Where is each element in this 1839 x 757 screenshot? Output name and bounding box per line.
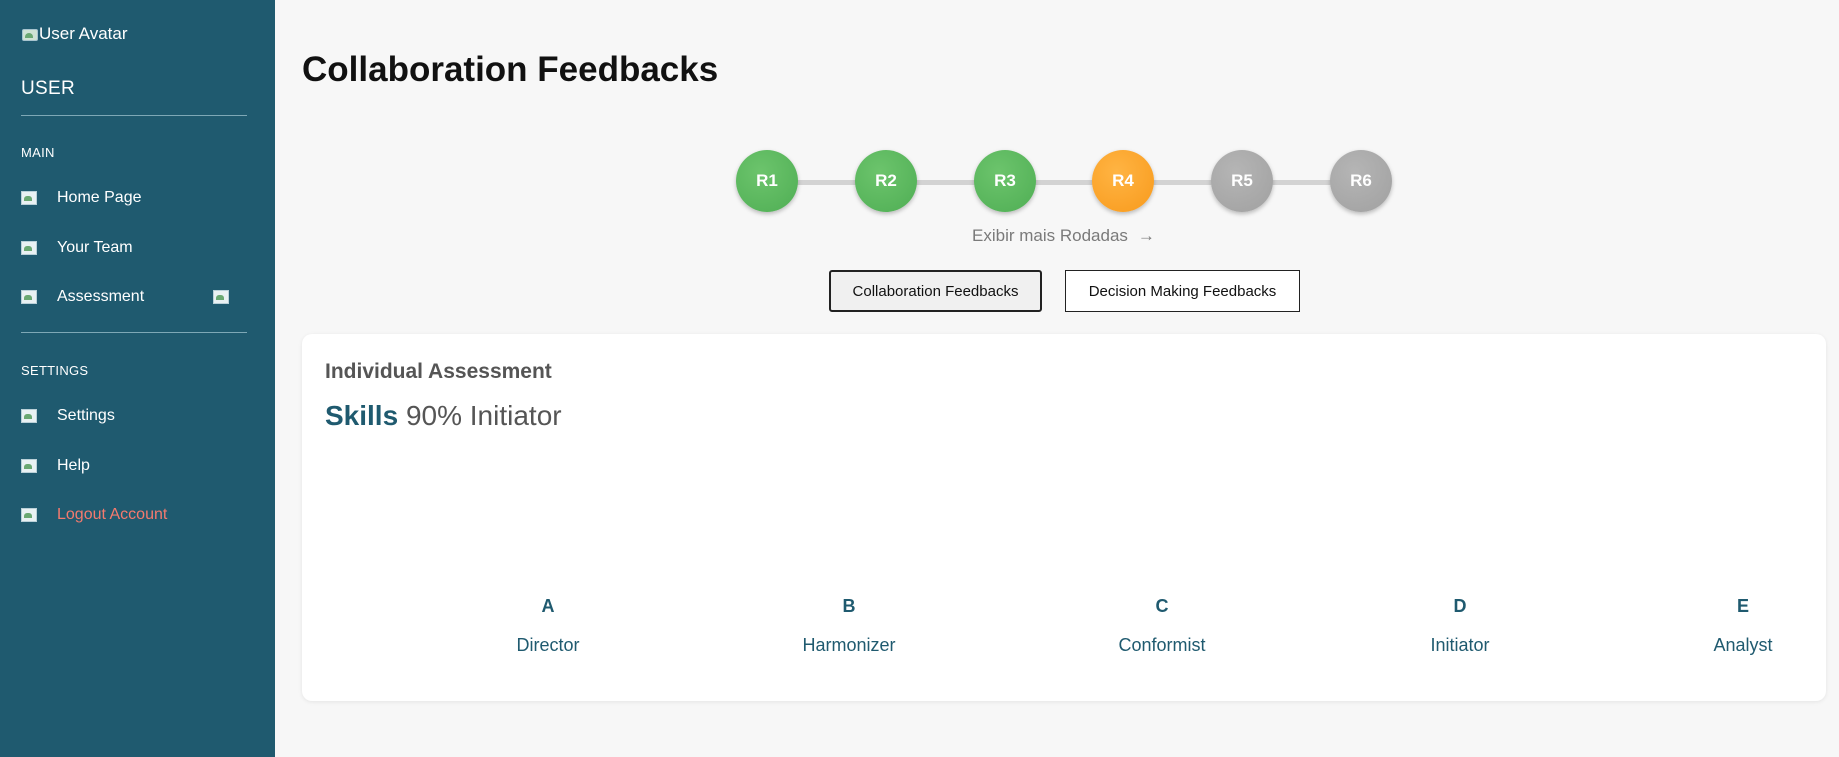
sidebar-item-help[interactable]: Help [21, 452, 247, 480]
logout-label: Logout Account [57, 506, 168, 523]
sidebar-item-label: Your Team [57, 239, 133, 256]
sidebar-item-assessment[interactable]: Assessment [21, 283, 247, 311]
logout-icon [21, 507, 39, 523]
profile-name: Initiator [1430, 635, 1490, 655]
home-icon [21, 190, 39, 206]
arrow-right-icon: → [1137, 226, 1155, 245]
avatar-alt-text: User Avatar [39, 24, 128, 43]
round-step-r5[interactable]: R5 [1211, 150, 1273, 212]
profile-letter: B [842, 596, 856, 616]
sidebar-item-label: Home Page [57, 189, 142, 206]
assessment-icon [21, 289, 39, 305]
profile-name: Director [516, 635, 580, 655]
profile-item: A Director [468, 596, 628, 656]
individual-assessment-card: Individual Assessment Skills 90% Initiat… [302, 334, 1826, 701]
help-icon [21, 458, 39, 474]
sidebar-item-label: Settings [57, 407, 115, 424]
sidebar-item-team[interactable]: Your Team [21, 234, 247, 262]
user-avatar[interactable]: User Avatar [21, 24, 128, 44]
show-more-rounds-link[interactable]: Exibir mais Rodadas → [972, 226, 1155, 246]
sidebar-item-label: Help [57, 457, 90, 474]
profile-item: E Analyst [1663, 596, 1823, 656]
team-icon [21, 240, 39, 256]
rounds-stepper: R1 R2 R3 R4 R5 R6 [736, 150, 1392, 214]
profile-name: Harmonizer [802, 635, 896, 655]
profile-name: Conformist [1118, 635, 1206, 655]
profile-letter: A [541, 596, 555, 616]
page-title: Collaboration Feedbacks [302, 50, 719, 89]
sidebar-item-label: Assessment [57, 288, 145, 305]
sidebar-item-home[interactable]: Home Page [21, 184, 247, 212]
avatar-image-icon [21, 27, 39, 41]
user-name: USER [21, 78, 75, 99]
sidebar-divider [21, 332, 247, 333]
settings-icon [21, 408, 39, 424]
round-step-r6[interactable]: R6 [1330, 150, 1392, 212]
profile-letter: E [1736, 596, 1749, 616]
profile-name: Analyst [1713, 635, 1773, 655]
card-title: Individual Assessment [325, 360, 552, 383]
main-section-label: MAIN [21, 145, 55, 160]
round-step-r2[interactable]: R2 [855, 150, 917, 212]
profile-item: D Initiator [1380, 596, 1540, 656]
profile-item: C Conformist [1082, 596, 1242, 656]
round-step-r4[interactable]: R4 [1092, 150, 1154, 212]
sidebar-divider [21, 115, 247, 116]
skills-value: 90% Initiator [405, 400, 562, 431]
expand-icon[interactable] [213, 289, 231, 305]
round-step-r1[interactable]: R1 [736, 150, 798, 212]
round-step-r3[interactable]: R3 [974, 150, 1036, 212]
settings-section-label: SETTINGS [21, 363, 89, 378]
profile-letter: D [1453, 596, 1467, 616]
sidebar-item-settings[interactable]: Settings [21, 402, 247, 430]
profile-letter: C [1155, 596, 1169, 616]
skills-summary: Skills 90% Initiator [325, 400, 562, 432]
logout-button[interactable]: Logout Account [21, 501, 247, 529]
tab-collaboration-feedbacks[interactable]: Collaboration Feedbacks [829, 270, 1042, 312]
show-more-rounds-label: Exibir mais Rodadas [972, 226, 1128, 245]
tab-decision-making-feedbacks[interactable]: Decision Making Feedbacks [1065, 270, 1300, 312]
skills-label: Skills [325, 400, 399, 431]
sidebar: User Avatar USER MAIN Home Page Your Tea… [0, 0, 275, 757]
profile-item: B Harmonizer [769, 596, 929, 656]
